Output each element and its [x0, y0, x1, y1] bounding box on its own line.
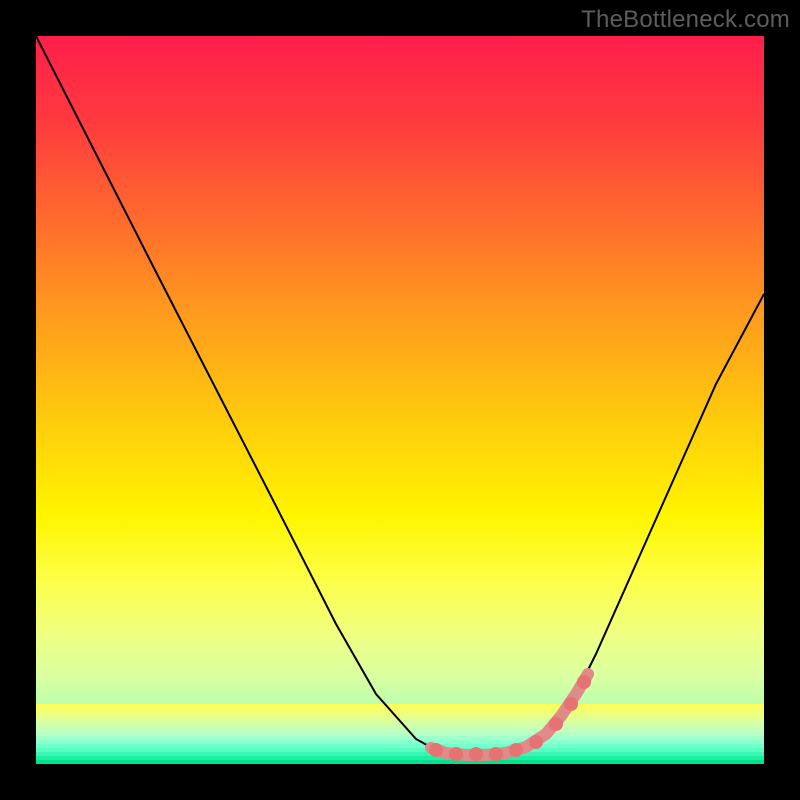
marker-dot — [509, 743, 523, 757]
chart-svg — [36, 36, 764, 764]
marker-dot — [529, 735, 543, 749]
watermark-text: TheBottleneck.com — [581, 6, 790, 34]
marker-dot — [549, 717, 563, 731]
highlight-band — [431, 674, 588, 755]
chart-frame: TheBottleneck.com — [0, 0, 800, 800]
marker-dot — [429, 743, 443, 757]
plot-area — [36, 36, 764, 764]
bottleneck-curve — [36, 36, 764, 754]
marker-dot — [449, 747, 463, 761]
marker-dot — [489, 747, 503, 761]
marker-dot — [564, 697, 578, 711]
marker-dot — [469, 747, 483, 761]
marker-dot — [577, 675, 591, 689]
